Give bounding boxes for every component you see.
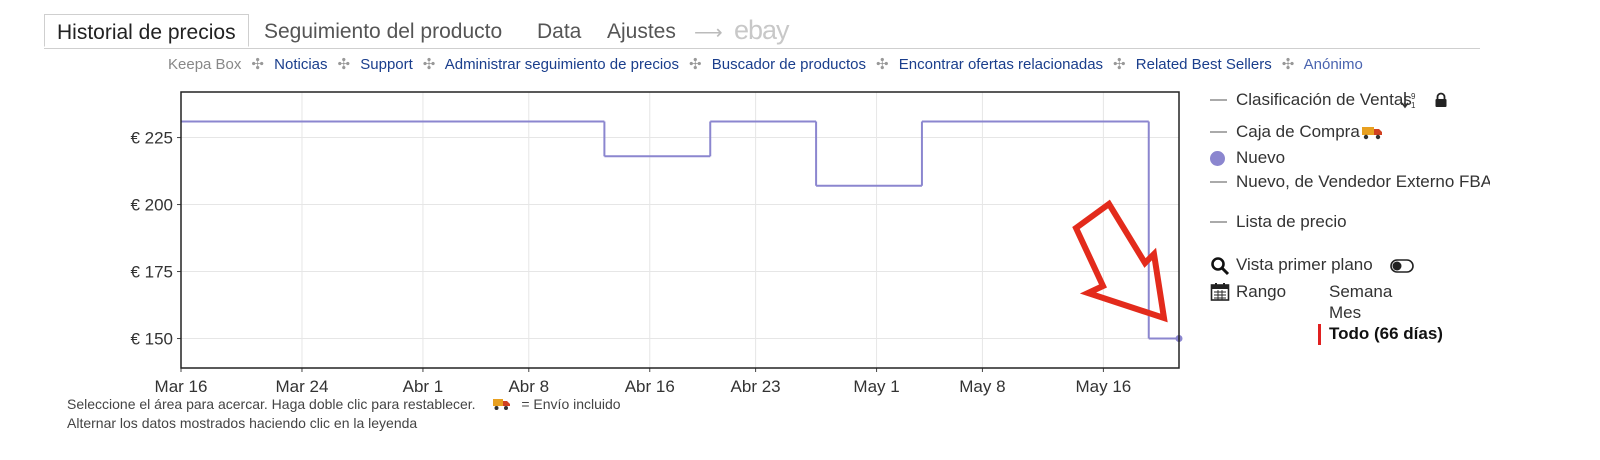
y-tick-label: € 175 — [130, 263, 173, 282]
tab-data[interactable]: Data — [537, 20, 581, 44]
legend-nuevo-vendedor-externo[interactable]: Nuevo, de Vendedor Externo FBA — [1210, 172, 1490, 194]
link-anonimo[interactable]: Anónimo — [1304, 56, 1363, 73]
sparkle-separator-icon: ✣ — [251, 56, 264, 73]
legend-label: Caja de Compra — [1236, 122, 1360, 141]
range-option-todo[interactable]: Todo (66 días) — [1329, 324, 1443, 344]
link-support[interactable]: Support — [360, 56, 413, 73]
x-tick-label: Abr 23 — [731, 377, 781, 396]
calendar-icon — [1210, 283, 1230, 301]
range-selected-indicator — [1318, 324, 1321, 345]
chart-series — [181, 120, 1183, 343]
link-administrar-seguimiento[interactable]: Administrar seguimiento de precios — [445, 56, 679, 73]
x-tick-label: May 1 — [853, 377, 899, 396]
sparkle-separator-icon: ✣ — [1281, 56, 1295, 73]
footer-toggle-hint: Alternar los datos mostrados haciendo cl… — [67, 415, 418, 431]
sparkle-separator-icon: ✣ — [337, 56, 351, 73]
legend-line-marker — [1210, 131, 1227, 133]
annotation-arrow-icon — [1072, 199, 1168, 323]
x-tick-label: Abr 1 — [403, 377, 444, 396]
legend-line-marker — [1210, 221, 1227, 223]
lock-icon — [1435, 92, 1447, 107]
sparkle-separator-icon: ✣ — [422, 56, 436, 73]
x-tick-label: May 8 — [959, 377, 1005, 396]
tab-seguimiento-del-producto[interactable]: Seguimiento del producto — [264, 20, 502, 44]
y-tick-label: € 225 — [130, 129, 173, 148]
footer-zoom-hint: Seleccione el área para acercar. Haga do… — [67, 396, 476, 412]
truck-icon — [1362, 127, 1382, 140]
link-bar: Keepa Box ✣ Noticias ✣ Support ✣ Administra… — [168, 55, 1367, 73]
svg-text:9: 9 — [1411, 92, 1416, 101]
link-buscador-de-productos[interactable]: Buscador de productos — [712, 56, 866, 73]
toggle-switch-icon[interactable] — [1390, 259, 1414, 273]
link-keepa-box[interactable]: Keepa Box — [168, 56, 241, 73]
arrow-right-icon: ⟶ — [694, 22, 723, 44]
sparkle-separator-icon: ✣ — [1113, 56, 1126, 73]
x-tick-label: Abr 8 — [508, 377, 549, 396]
tab-historial-de-precios[interactable]: Historial de precios — [44, 14, 249, 47]
sparkle-separator-icon: ✣ — [689, 56, 702, 73]
sort-number-icon: 9 1 — [1401, 92, 1416, 110]
link-noticias[interactable]: Noticias — [274, 56, 327, 73]
legend-line-marker — [1210, 181, 1227, 183]
chart-axes: Mar 16 Mar 24 Abr 1 Abr 8 Abr 16 Abr 23 May 1 M… — [130, 129, 1131, 396]
legend-label: Nuevo, de Vendedor Externo FBA — [1236, 172, 1490, 191]
sparkle-separator-icon: ✣ — [876, 56, 889, 73]
legend-label: Rango — [1236, 282, 1287, 301]
footer-shipping-legend: = Envío incluido — [521, 396, 621, 412]
legend-label: Clasificación de Ventas — [1236, 90, 1412, 109]
y-tick-label: € 200 — [130, 196, 173, 215]
tab-bar: Historial de precios Seguimiento del pro… — [44, 14, 1480, 49]
truck-icon — [493, 399, 511, 410]
price-history-chart[interactable]: Mar 16 Mar 24 Abr 1 Abr 8 Abr 16 Abr 23 May 1 M… — [0, 80, 1200, 400]
y-tick-label: € 150 — [130, 330, 173, 349]
plot-area-border — [180, 91, 1180, 369]
x-tick-label: May 16 — [1076, 377, 1132, 396]
range-option-semana[interactable]: Semana — [1329, 282, 1392, 302]
link-related-best-sellers[interactable]: Related Best Sellers — [1136, 56, 1272, 73]
ebay-link[interactable]: ebay — [734, 15, 790, 46]
x-tick-label: Mar 16 — [155, 377, 208, 396]
legend-label: Lista de precio — [1236, 212, 1347, 231]
x-tick-label: Abr 16 — [625, 377, 675, 396]
search-icon — [1211, 257, 1230, 276]
link-encontrar-ofertas[interactable]: Encontrar ofertas relacionadas — [899, 56, 1103, 73]
chart-grid — [180, 92, 1179, 368]
svg-text:1: 1 — [1411, 101, 1416, 110]
tab-ajustes[interactable]: Ajustes — [607, 20, 676, 44]
x-tick-label: Mar 24 — [276, 377, 329, 396]
legend-dot-marker — [1210, 151, 1225, 166]
rango-selector: Rango Semana Mes Todo (66 días) — [1210, 282, 1470, 352]
legend-label: Nuevo — [1236, 148, 1286, 167]
range-option-mes[interactable]: Mes — [1329, 303, 1361, 323]
footer-instructions: Seleccione el área para acercar. Haga do… — [67, 396, 621, 412]
legend-label: Vista primer plano — [1236, 255, 1373, 274]
legend-line-marker — [1210, 99, 1227, 101]
